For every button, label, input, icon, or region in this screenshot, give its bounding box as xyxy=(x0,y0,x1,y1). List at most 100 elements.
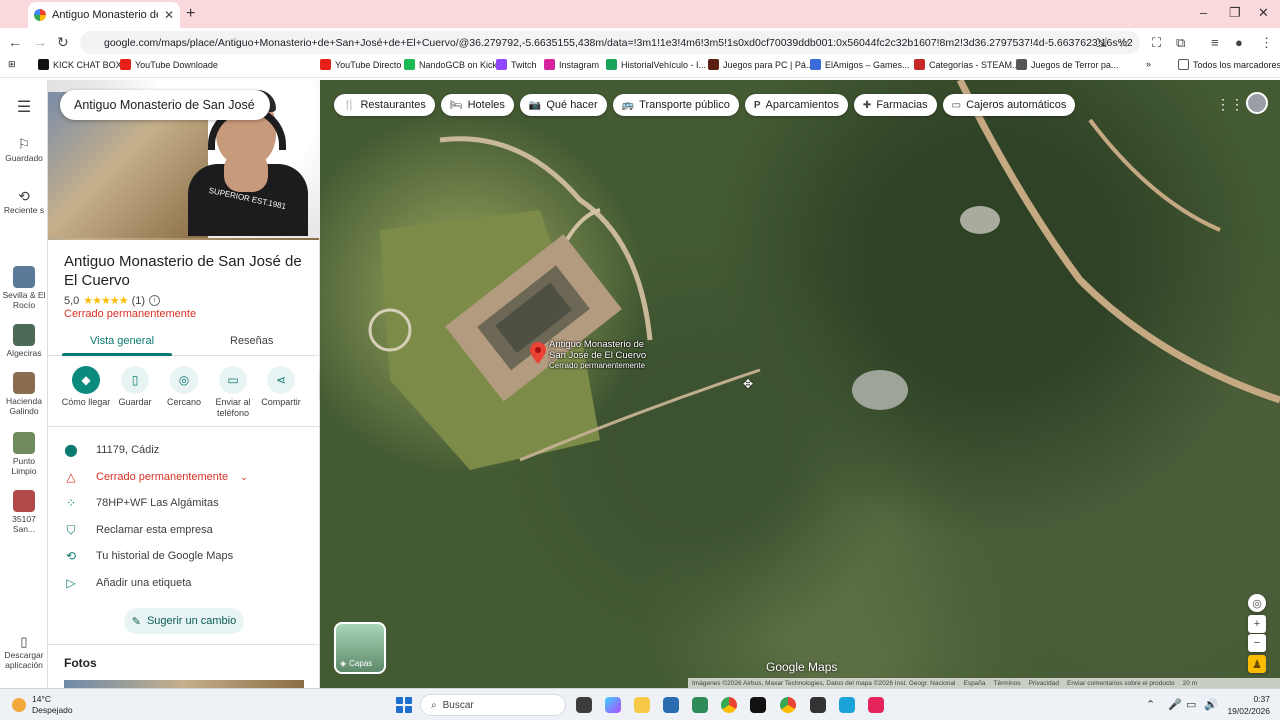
save-button[interactable]: ▯ Guardar xyxy=(107,366,163,408)
tab-reviews[interactable]: Reseñas xyxy=(230,335,273,347)
zoom-out-button[interactable]: − xyxy=(1248,634,1266,652)
bookmark-7[interactable]: Juegos para PC | Pá... xyxy=(708,59,813,70)
link-privacy[interactable]: Privacidad xyxy=(1029,680,1059,687)
add-label-row[interactable]: ▷ Añadir una etiqueta xyxy=(64,573,304,593)
chip-transit[interactable]: 🚌 Transporte público xyxy=(612,94,739,116)
volume-icon[interactable]: 🔊 xyxy=(1204,698,1218,711)
restore-icon[interactable]: ❐ xyxy=(1229,5,1241,21)
layers-button[interactable]: ◈ Capas xyxy=(334,622,386,674)
minimize-icon[interactable]: – xyxy=(1200,5,1207,20)
start-button[interactable] xyxy=(396,697,412,713)
bookmark-2[interactable]: YouTube Directo xyxy=(320,59,401,70)
forward-icon[interactable]: → xyxy=(33,34,47,50)
address-row[interactable]: ⬤ 11179, Cádiz xyxy=(64,440,304,460)
bookmark-0[interactable]: KICK CHAT BOX xyxy=(38,59,122,70)
search-input[interactable]: Antiguo Monasterio de San José xyxy=(60,90,270,120)
claim-business-row[interactable]: ⛉ Reclamar esta empresa xyxy=(64,520,304,540)
divider xyxy=(48,426,319,427)
scale-bar[interactable]: 20 m xyxy=(1183,680,1197,687)
bookmark-4[interactable]: Twitch xyxy=(496,59,537,70)
directions-button[interactable]: ◆ Cómo llegar xyxy=(58,366,114,408)
bookmark-8[interactable]: ElAmigos – Games... xyxy=(810,59,910,70)
map-pin-label[interactable]: Antiguo Monasterio de San José de El Cue… xyxy=(549,339,649,372)
chip-hotels[interactable]: 🛏 Hoteles xyxy=(440,94,514,116)
tiktok-icon[interactable] xyxy=(750,697,766,713)
rail-recent-item-1[interactable]: Algeciras xyxy=(0,324,48,358)
screen-capture-icon[interactable]: ⛶ xyxy=(1152,35,1166,50)
app-icon[interactable] xyxy=(692,697,708,713)
copilot-icon[interactable] xyxy=(605,697,621,713)
chevron-down-icon[interactable]: ⌄ xyxy=(240,472,248,483)
bookmark-5[interactable]: Instagram xyxy=(544,59,599,70)
install-app-icon[interactable]: ⇲ xyxy=(1096,35,1110,50)
nearby-button[interactable]: ◎ Cercano xyxy=(156,366,212,408)
chrome-icon[interactable] xyxy=(721,697,737,713)
rail-download-app[interactable]: ▯ Descargar aplicación xyxy=(0,634,48,670)
rail-recent-item-3[interactable]: Punto Limpio xyxy=(0,432,48,476)
bookmark-3[interactable]: NandoGCB on Kick xyxy=(404,59,497,70)
chip-things-to-do[interactable]: 📷 Qué hacer xyxy=(519,94,607,116)
link-terms[interactable]: Términos xyxy=(994,680,1021,687)
back-icon[interactable]: ← xyxy=(8,34,22,50)
task-view-icon[interactable] xyxy=(576,697,592,713)
rail-recent-item-0[interactable]: Sevilla & El Rocío xyxy=(0,266,48,310)
link-spain[interactable]: España xyxy=(963,680,985,687)
rail-recent-item-2[interactable]: Hacienda Galindo xyxy=(0,372,48,416)
bookmark-9[interactable]: Categorías - STEAM... xyxy=(914,59,1020,70)
system-clock[interactable]: 0:37 19/02/2026 xyxy=(1226,693,1270,717)
weather-widget[interactable]: 14°C Despejado xyxy=(12,694,73,716)
rail-recent[interactable]: ⟲ Reciente s xyxy=(0,188,48,215)
address-bar[interactable]: google.com/maps/place/Antiguo+Monasterio… xyxy=(80,31,1140,54)
new-tab-button[interactable]: + xyxy=(186,5,195,23)
more-bookmarks-icon[interactable]: » xyxy=(1146,59,1151,69)
store-icon[interactable] xyxy=(663,697,679,713)
chrome-active-icon[interactable] xyxy=(780,697,796,713)
category-chips: 🍴 Restaurantes 🛏 Hoteles 📷 Qué hacer 🚌 Trans… xyxy=(334,94,1076,116)
network-icon[interactable]: ▭ xyxy=(1186,698,1196,711)
maps-history-row[interactable]: ⟲ Tu historial de Google Maps xyxy=(64,546,304,566)
street-view-pegman-icon[interactable]: ♟ xyxy=(1248,655,1266,673)
link-feedback[interactable]: Enviar comentarios sobre el producto xyxy=(1067,680,1175,687)
zoom-in-button[interactable]: + xyxy=(1248,615,1266,633)
all-bookmarks[interactable]: Todos los marcadores xyxy=(1178,59,1280,70)
tab-overview[interactable]: Vista general xyxy=(90,335,154,347)
reload-icon[interactable]: ↻ xyxy=(57,34,69,51)
bookmark-10[interactable]: Juegos de Terror pa... xyxy=(1016,59,1118,70)
chip-restaurants[interactable]: 🍴 Restaurantes xyxy=(334,94,435,116)
bookmark-star-icon[interactable]: ☆ xyxy=(1118,35,1132,50)
chip-parking[interactable]: P Aparcamientos xyxy=(744,94,848,116)
account-avatar[interactable] xyxy=(1246,92,1268,114)
info-icon[interactable]: i xyxy=(149,295,161,306)
file-explorer-icon[interactable] xyxy=(634,697,650,713)
share-button[interactable]: ⋖ Compartir xyxy=(253,366,309,408)
bookmark-1[interactable]: YouTube Downloade xyxy=(120,59,218,70)
menu-icon[interactable]: ☰ xyxy=(0,98,48,117)
browser-menu-icon[interactable]: ⋮ xyxy=(1260,35,1274,50)
taskbar-search[interactable]: ⌕ Buscar xyxy=(420,694,566,716)
close-tab-icon[interactable]: ✕ xyxy=(164,8,174,22)
show-hidden-icons-icon[interactable]: ⌃ xyxy=(1146,698,1155,711)
browser-tab[interactable]: Antiguo Monasterio de San José ✕ xyxy=(28,2,180,28)
chip-pharmacies[interactable]: ✚ Farmacias xyxy=(853,94,937,116)
close-window-icon[interactable]: ✕ xyxy=(1258,5,1269,21)
rail-recent-item-4[interactable]: 35107 San... xyxy=(0,490,48,534)
suggest-edit-button[interactable]: ✎ Sugerir un cambio xyxy=(124,608,244,634)
plus-code-row[interactable]: ⁘ 78HP+WF Las Algámitas xyxy=(64,493,304,513)
photo-thumbnail[interactable] xyxy=(64,680,304,688)
map-pin-icon[interactable] xyxy=(530,342,546,364)
tiktok-live-icon[interactable] xyxy=(868,697,884,713)
place-rating[interactable]: 5,0 ★★★★★ (1) i xyxy=(64,294,161,307)
chip-atms[interactable]: ▭ Cajeros automáticos xyxy=(942,94,1076,116)
extensions-icon[interactable]: ⧉ xyxy=(1176,35,1190,50)
obs-icon[interactable] xyxy=(810,697,826,713)
profile-avatar-icon[interactable]: ● xyxy=(1235,35,1249,50)
satellite-map[interactable] xyxy=(320,80,1280,688)
rail-saved[interactable]: ⚐ Guardado xyxy=(0,136,48,163)
apps-grid-icon[interactable]: ⊞ xyxy=(8,59,16,70)
microphone-icon[interactable]: 🎤 xyxy=(1168,698,1182,711)
bookmark-6[interactable]: HistorialVehículo - I... xyxy=(606,59,706,70)
my-location-button[interactable]: ◎ xyxy=(1248,594,1266,612)
media-icon[interactable]: ≡ xyxy=(1211,35,1225,50)
app-icon[interactable] xyxy=(839,697,855,713)
closed-status-row[interactable]: △ Cerrado permanentemente ⌄ xyxy=(64,467,304,487)
